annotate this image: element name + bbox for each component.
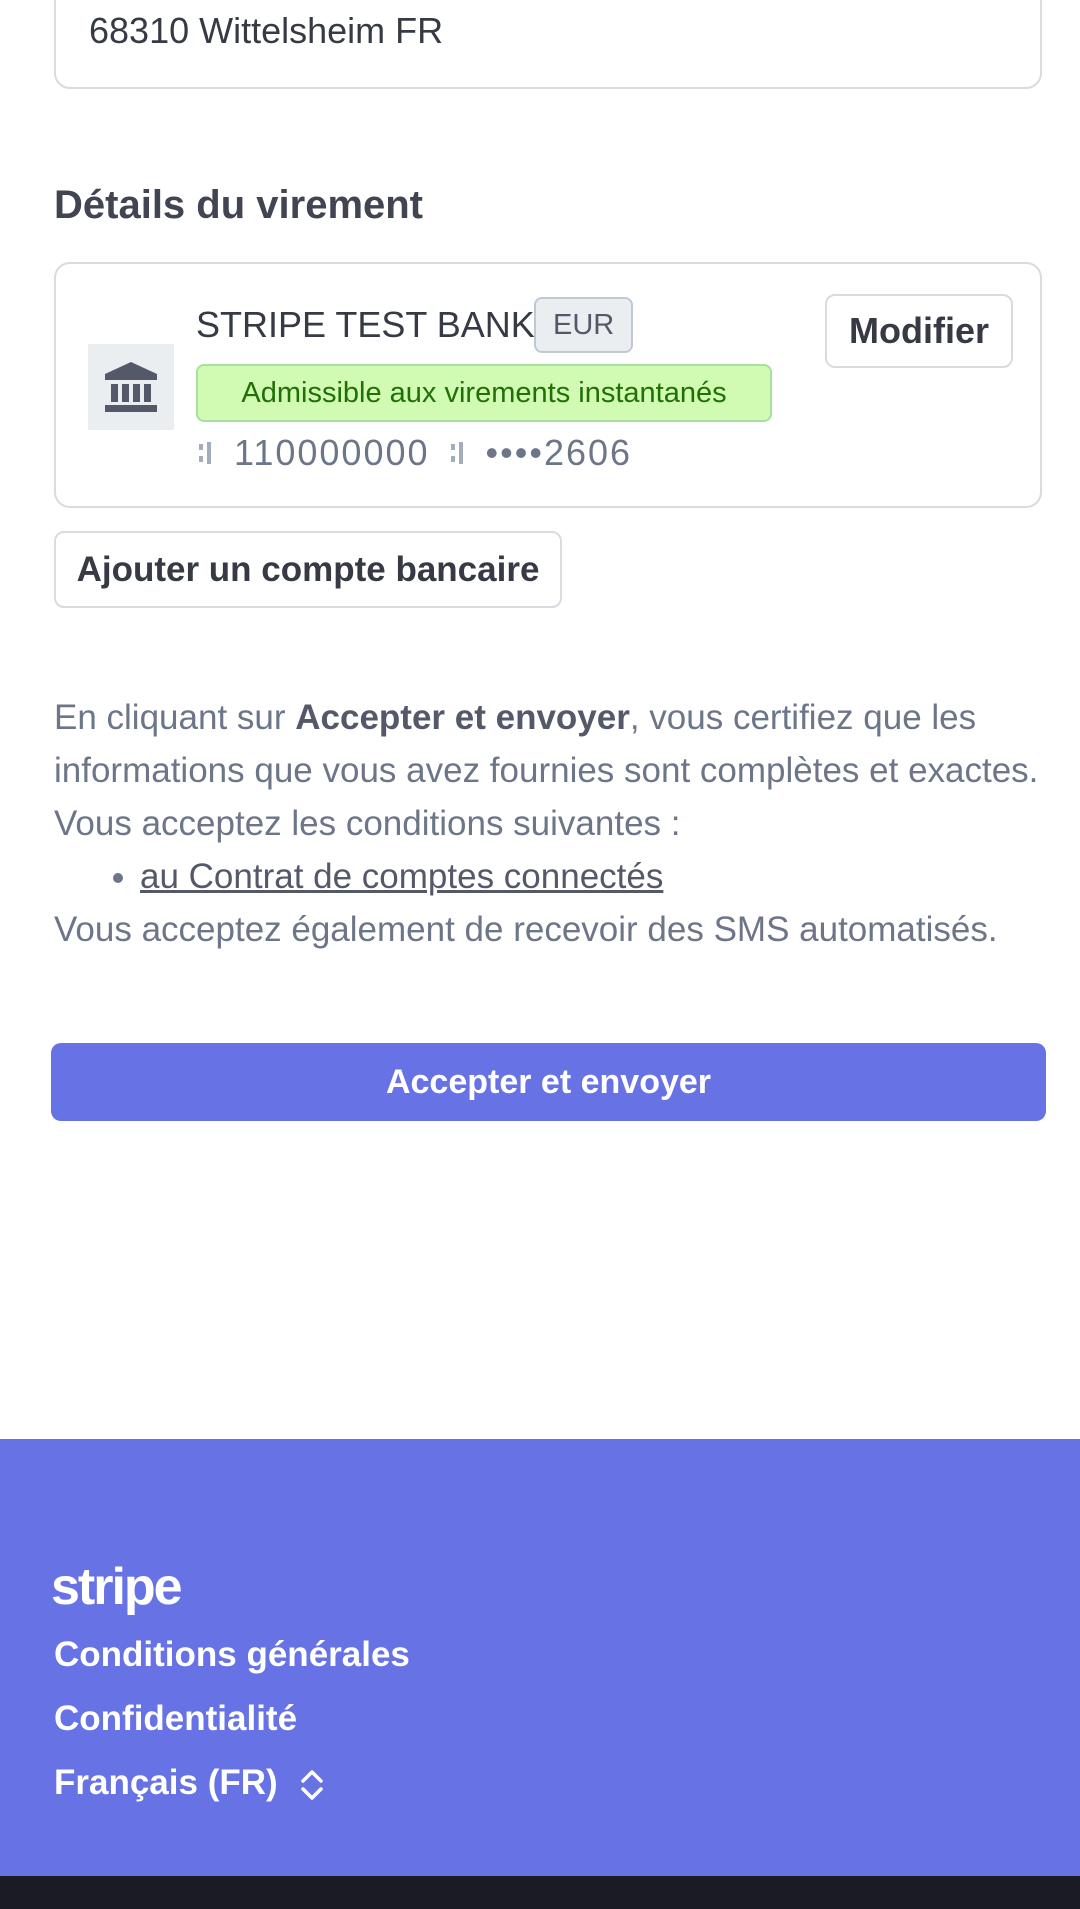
account-numbers: 110000000 ••••2606 [196, 428, 632, 478]
consent-text: En cliquant sur Accepter et envoyer, vou… [54, 691, 1044, 956]
footer: stripe Conditions générales Confidential… [0, 1439, 1080, 1876]
stripe-logo: stripe [51, 1558, 183, 1616]
routing-number: 110000000 [234, 432, 430, 473]
address-line: 68310 Wittelsheim FR [89, 10, 444, 51]
consent-bold: Accepter et envoyer [295, 698, 630, 737]
bank-account-card: STRIPE TEST BANK EUR Admissible aux vire… [54, 262, 1042, 508]
add-bank-account-button[interactable]: Ajouter un compte bancaire [54, 531, 562, 608]
terms-link[interactable]: Conditions générales [54, 1635, 410, 1675]
bank-name: STRIPE TEST BANK [196, 304, 535, 345]
connected-accounts-agreement-link[interactable]: au Contrat de comptes connectés [140, 857, 663, 896]
consent-prefix: En cliquant sur [54, 698, 296, 737]
bottom-bar [0, 1876, 1080, 1909]
language-selector[interactable]: Français (FR) [54, 1763, 325, 1803]
consent-list: au Contrat de comptes connectés [54, 850, 1044, 903]
routing-separator-icon [199, 442, 211, 464]
bank-building-icon [88, 344, 174, 430]
address-card: 68310 Wittelsheim FR [54, 0, 1042, 89]
modify-button[interactable]: Modifier [825, 294, 1013, 368]
privacy-link[interactable]: Confidentialité [54, 1699, 297, 1739]
sms-consent: Vous acceptez également de recevoir des … [54, 910, 998, 949]
currency-badge: EUR [534, 297, 634, 353]
accept-and-submit-button[interactable]: Accepter et envoyer [51, 1043, 1046, 1121]
account-separator-icon [450, 442, 463, 464]
instant-transfer-badge: Admissible aux virements instantanés [196, 364, 772, 422]
list-item: au Contrat de comptes connectés [140, 850, 1044, 903]
transfer-section-title: Détails du virement [54, 183, 424, 227]
language-label: Français (FR) [54, 1763, 278, 1802]
account-number-masked: ••••2606 [485, 432, 633, 473]
chevron-up-down-icon [301, 1770, 324, 1800]
